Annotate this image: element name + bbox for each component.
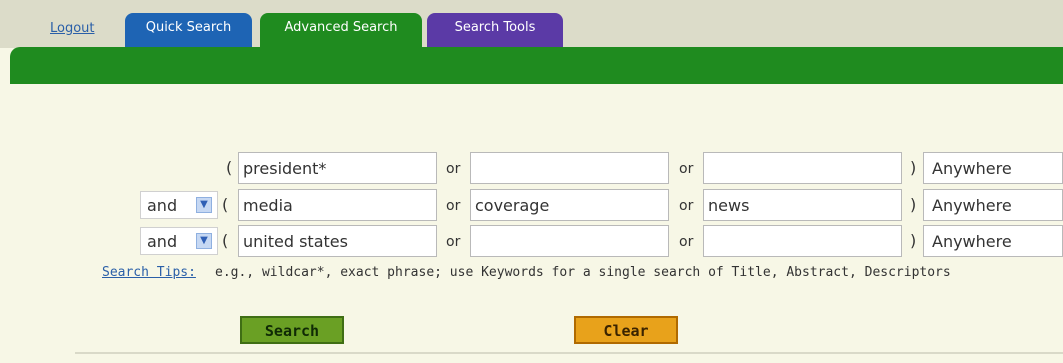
or-label: or — [446, 234, 461, 250]
boolean-operator-value: and — [147, 196, 178, 215]
search-term-2-2[interactable]: coverage — [470, 189, 669, 221]
divider — [75, 352, 1063, 354]
close-paren: ) — [910, 195, 917, 214]
search-tips-link[interactable]: Search Tips: — [102, 265, 196, 280]
active-tab-band — [10, 47, 1063, 84]
search-tips-text: e.g., wildcar*, exact phrase; use Keywor… — [215, 265, 951, 280]
search-button[interactable]: Search — [240, 316, 344, 344]
tab-search-tools-label: Search Tools — [454, 20, 536, 35]
clear-button[interactable]: Clear — [574, 316, 678, 344]
search-tips: Search Tips: e.g., wildcar*, exact phras… — [0, 265, 1063, 285]
open-paren: ( — [222, 195, 229, 214]
close-paren: ) — [910, 231, 917, 250]
or-label: or — [679, 198, 694, 214]
search-scope-1[interactable]: Anywhere — [923, 152, 1063, 184]
or-label: or — [679, 161, 694, 177]
search-row-3: and ▼ ( united states or or ) Anywhere — [0, 225, 1063, 257]
open-paren: ( — [222, 231, 229, 250]
search-term-2-3[interactable]: news — [703, 189, 902, 221]
boolean-operator-value: and — [147, 232, 178, 251]
or-label: or — [446, 198, 461, 214]
search-row-2: and ▼ ( media or coverage or news ) Anyw… — [0, 189, 1063, 221]
chevron-down-icon[interactable]: ▼ — [196, 233, 212, 249]
or-label: or — [446, 161, 461, 177]
chevron-down-icon[interactable]: ▼ — [196, 197, 212, 213]
search-term-1-3[interactable] — [703, 152, 902, 184]
tab-advanced-search-label: Advanced Search — [284, 20, 398, 35]
search-term-3-1[interactable]: united states — [238, 225, 437, 257]
search-scope-2[interactable]: Anywhere — [923, 189, 1063, 221]
search-scope-3[interactable]: Anywhere — [923, 225, 1063, 257]
or-label: or — [679, 234, 694, 250]
search-term-2-1[interactable]: media — [238, 189, 437, 221]
boolean-operator-select-2[interactable]: and ▼ — [140, 191, 218, 219]
search-term-1-2[interactable] — [470, 152, 669, 184]
tab-advanced-search[interactable]: Advanced Search — [260, 13, 422, 49]
boolean-operator-select-3[interactable]: and ▼ — [140, 227, 218, 255]
tab-search-tools[interactable]: Search Tools — [427, 13, 563, 47]
open-paren: ( — [226, 158, 233, 177]
close-paren: ) — [910, 158, 917, 177]
logout-link[interactable]: Logout — [50, 21, 95, 36]
tab-quick-search-label: Quick Search — [145, 20, 232, 35]
search-term-3-3[interactable] — [703, 225, 902, 257]
search-row-1: ( president* or or ) Anywhere — [0, 152, 1063, 184]
search-term-1-1[interactable]: president* — [238, 152, 437, 184]
search-term-3-2[interactable] — [470, 225, 669, 257]
tab-quick-search[interactable]: Quick Search — [125, 13, 252, 47]
